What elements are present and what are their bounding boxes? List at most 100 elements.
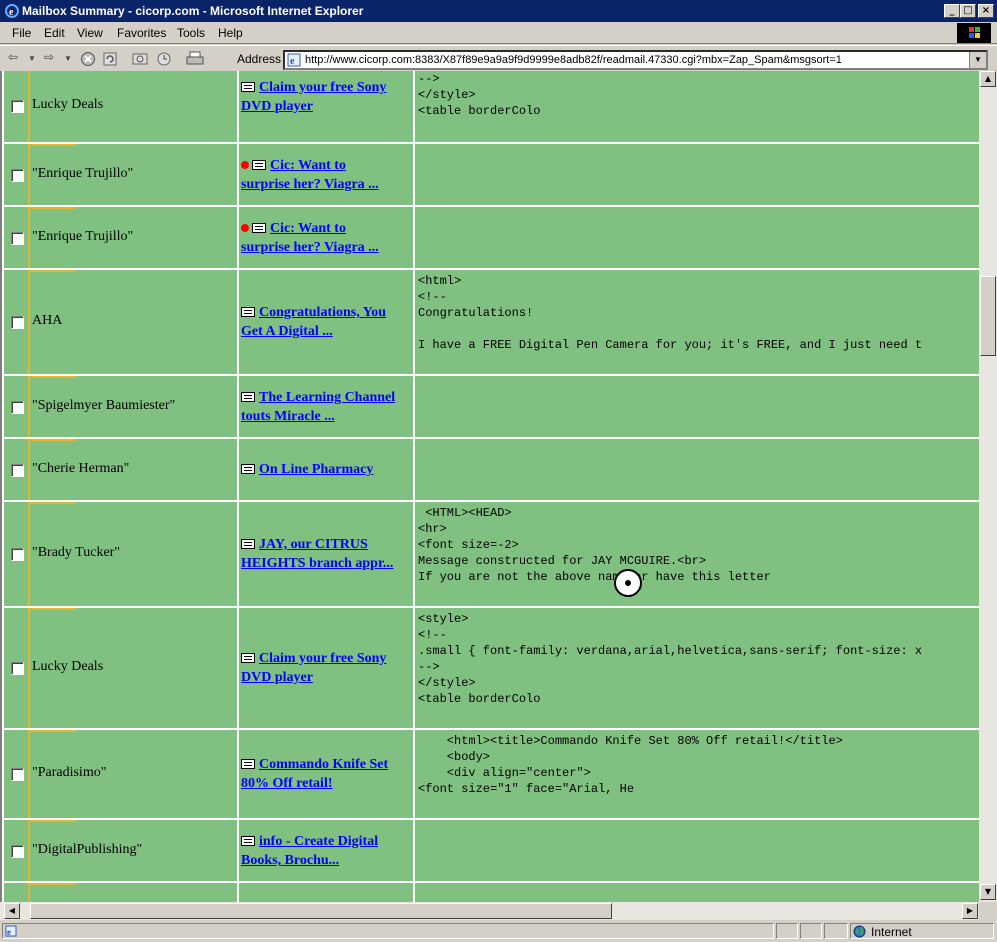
subject-link-block[interactable]: Commando Knife Set 80% Off retail! <box>241 755 411 793</box>
menu-bar: File Edit View Favorites Tools Help <box>0 22 997 44</box>
select-checkbox[interactable] <box>11 169 24 182</box>
svg-text:e: e <box>9 7 14 18</box>
subject-link[interactable]: 80% Off retail! <box>241 776 333 791</box>
print-icon[interactable] <box>186 51 204 67</box>
history-icon[interactable] <box>156 51 172 67</box>
subject-link[interactable]: Get A Digital ... <box>241 324 333 339</box>
search-icon[interactable] <box>132 51 148 67</box>
select-checkbox[interactable] <box>11 845 24 858</box>
horizontal-scroll-thumb[interactable] <box>30 903 612 919</box>
subject-link-block[interactable]: Claim your free Sony DVD player <box>241 649 411 687</box>
address-url: http://www.cicorp.com:8383/X87f89e9a9a9f… <box>305 54 842 66</box>
horizontal-scrollbar[interactable]: ◀ ▶ <box>0 902 979 920</box>
subject-link[interactable]: Commando Knife Set <box>259 757 388 772</box>
subject-cell: 1/2 Off V! <box>239 883 413 902</box>
subject-cell: On Line Pharmacy <box>239 439 413 500</box>
subject-link[interactable]: JAY, our CITRUS <box>259 537 368 552</box>
message-row: Lucky Deals Claim your free Sony DVD playe… <box>2 608 979 730</box>
subject-link[interactable]: touts Miracle ... <box>241 409 335 424</box>
back-dropdown-icon[interactable]: ▼ <box>28 54 36 63</box>
subject-link-block[interactable]: info - Create Digital Books, Brochu... <box>241 832 411 870</box>
close-button[interactable]: × <box>978 4 994 18</box>
message-preview: <style> <!-- .small { font-family: verda… <box>418 612 923 706</box>
thread-line-top <box>28 502 76 504</box>
select-checkbox[interactable] <box>11 768 24 781</box>
menu-edit[interactable]: Edit <box>44 26 65 40</box>
status-message-panel: e <box>2 923 774 939</box>
menu-view[interactable]: View <box>77 26 103 40</box>
scroll-down-button[interactable]: ▼ <box>980 884 996 900</box>
subject-link[interactable]: The Learning Channel <box>259 390 395 405</box>
forward-button[interactable]: ⇨ <box>44 50 54 64</box>
back-button[interactable]: ⇦ <box>8 50 18 64</box>
preview-cell <box>415 207 979 268</box>
vertical-scroll-thumb[interactable] <box>980 276 996 356</box>
page-icon: e <box>287 53 301 67</box>
subject-link[interactable]: Cic: Want to <box>270 221 346 236</box>
subject-link[interactable]: Books, Brochu... <box>241 853 339 868</box>
select-checkbox[interactable] <box>11 662 24 675</box>
preview-cell: <style> <!-- .small { font-family: verda… <box>415 608 979 728</box>
sender-name: "Spigelmyer Baumiester" <box>32 398 176 413</box>
menu-tools[interactable]: Tools <box>177 26 205 40</box>
subject-link[interactable]: Claim your free Sony <box>259 651 386 666</box>
select-checkbox[interactable] <box>11 316 24 329</box>
subject-link[interactable]: Congratulations, You <box>259 305 386 320</box>
forward-dropdown-icon[interactable]: ▼ <box>64 54 72 63</box>
subject-link[interactable]: surprise her? Viagra ... <box>241 240 379 255</box>
menu-favorites[interactable]: Favorites <box>117 26 166 40</box>
subject-link-block[interactable]: Cic: Want to surprise her? Viagra ... <box>241 156 411 194</box>
maximize-button[interactable]: □ <box>960 4 976 18</box>
thread-line <box>28 71 30 142</box>
envelope-icon <box>241 392 255 402</box>
subject-cell: Claim your free Sony DVD player <box>239 608 413 728</box>
sender-name: "Cherie Herman" <box>32 461 130 476</box>
subject-link[interactable]: HEIGHTS branch appr... <box>241 556 393 571</box>
thread-line <box>28 502 30 606</box>
subject-link-block[interactable]: Cic: Want to surprise her? Viagra ... <box>241 219 411 257</box>
subject-link[interactable]: Cic: Want to <box>270 158 346 173</box>
subject-link[interactable]: DVD player <box>241 99 313 114</box>
windows-logo-icon <box>957 23 991 43</box>
thread-line <box>28 439 30 500</box>
select-checkbox[interactable] <box>11 548 24 561</box>
select-checkbox[interactable] <box>11 100 24 113</box>
thread-line <box>28 608 30 728</box>
subject-link-block[interactable]: On Line Pharmacy <box>241 460 411 479</box>
thread-line-top <box>28 608 76 610</box>
subject-cell: JAY, our CITRUS HEIGHTS branch appr... <box>239 502 413 606</box>
message-row: "Brady Tucker" JAY, our CITRUS HEIGHTS bra… <box>2 502 979 608</box>
subject-link-block[interactable]: Claim your free Sony DVD player <box>241 78 411 116</box>
message-preview: <html><title>Commando Knife Set 80% Off … <box>418 734 843 796</box>
preview-cell: <HTML><HEAD> <hr> <font size=-2> Message… <box>415 502 979 606</box>
select-checkbox[interactable] <box>11 464 24 477</box>
subject-link-block[interactable]: JAY, our CITRUS HEIGHTS branch appr... <box>241 535 411 573</box>
subject-cell: info - Create Digital Books, Brochu... <box>239 820 413 881</box>
sender-name: Lucky Deals <box>32 659 104 674</box>
subject-link[interactable]: DVD player <box>241 670 313 685</box>
menu-help[interactable]: Help <box>218 26 243 40</box>
subject-link[interactable]: info - Create Digital <box>259 834 378 849</box>
subject-link[interactable]: On Line Pharmacy <box>259 462 373 477</box>
select-checkbox[interactable] <box>11 232 24 245</box>
scroll-right-button[interactable]: ▶ <box>962 903 978 919</box>
window-title: Mailbox Summary - cicorp.com - Microsoft… <box>22 4 364 18</box>
scroll-up-button[interactable]: ▲ <box>980 71 996 87</box>
address-dropdown-button[interactable]: ▼ <box>969 52 986 68</box>
title-bar: e Mailbox Summary - cicorp.com - Microso… <box>0 0 997 22</box>
stop-icon[interactable] <box>80 51 96 67</box>
unread-dot-icon <box>241 161 249 169</box>
refresh-icon[interactable] <box>102 51 118 67</box>
page-status-icon: e <box>5 925 17 937</box>
select-checkbox[interactable] <box>11 401 24 414</box>
subject-link-block[interactable]: The Learning Channel touts Miracle ... <box>241 388 411 426</box>
address-bar[interactable]: e http://www.cicorp.com:8383/X87f89e9a9a… <box>283 50 988 70</box>
thread-line-top <box>28 883 76 885</box>
menu-file[interactable]: File <box>12 26 31 40</box>
subject-link[interactable]: Claim your free Sony <box>259 80 386 95</box>
vertical-scrollbar[interactable]: ▲ ▼ <box>979 71 997 902</box>
minimize-button[interactable]: _ <box>944 4 960 18</box>
subject-link[interactable]: surprise her? Viagra ... <box>241 177 379 192</box>
subject-link-block[interactable]: Congratulations, You Get A Digital ... <box>241 303 411 341</box>
scroll-left-button[interactable]: ◀ <box>4 903 20 919</box>
